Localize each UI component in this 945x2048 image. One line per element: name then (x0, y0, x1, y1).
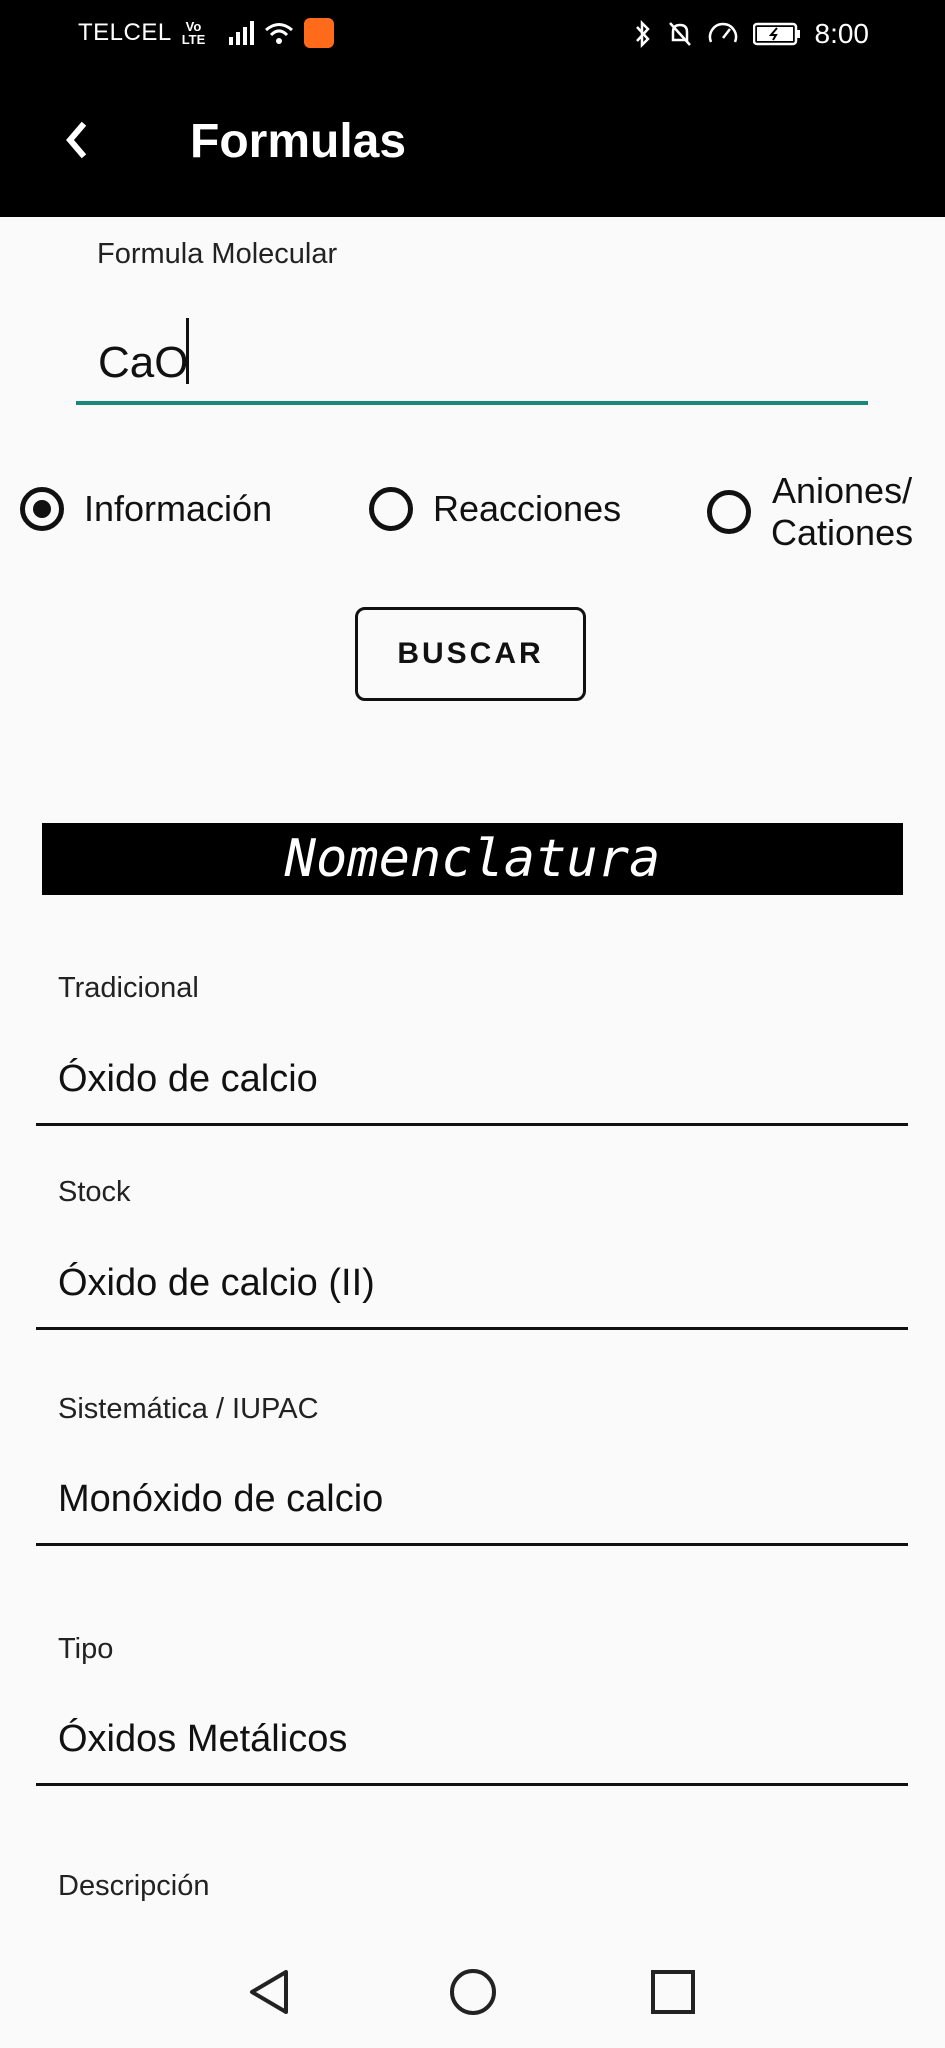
field-value-iupac[interactable]: Monóxido de calcio (58, 1478, 383, 1521)
section-title-nomenclatura: Nomenclatura (42, 823, 903, 895)
field-value-stock[interactable]: Óxido de calcio (II) (58, 1262, 375, 1305)
square-recents-icon (651, 1970, 695, 2014)
app-bar: Formulas (0, 72, 945, 217)
status-right: 8:00 (633, 18, 870, 50)
system-nav-bar (0, 1940, 945, 2048)
field-label-tipo: Tipo (58, 1633, 114, 1665)
radio-label-line2: Cationes (771, 512, 914, 553)
app-notification-icon (304, 18, 335, 48)
speed-meter-icon (708, 22, 737, 43)
radio-label-line1: Aniones/ (771, 470, 913, 511)
radio-label-aniones-cationes: Aniones/ Cationes (771, 470, 913, 554)
field-underline (36, 1543, 908, 1546)
circle-home-icon (450, 1969, 496, 2015)
volte-line2: LTE (181, 32, 206, 47)
bell-off-icon (668, 22, 691, 46)
radio-label-reacciones: Reacciones (433, 488, 622, 529)
field-value-tipo[interactable]: Óxidos Metálicos (58, 1718, 347, 1761)
formula-input[interactable] (76, 305, 868, 405)
volte-indicator: Vo LTE (182, 20, 206, 46)
field-label-descripcion: Descripción (58, 1870, 210, 1902)
formula-label: Formula Molecular (97, 238, 338, 270)
clock: 8:00 (814, 18, 870, 49)
search-button[interactable]: BUSCAR (355, 607, 586, 701)
field-label-stock: Stock (58, 1176, 131, 1208)
text-cursor (186, 318, 189, 384)
nav-back-button[interactable] (244, 1966, 296, 2018)
signal-icon (229, 21, 255, 45)
field-underline (36, 1783, 908, 1786)
battery-icon (752, 22, 800, 46)
radio-reacciones[interactable]: Reacciones (369, 487, 621, 531)
field-underline (36, 1123, 908, 1126)
radio-unchecked-icon (369, 487, 413, 531)
page-title: Formulas (190, 115, 407, 168)
radio-checked-icon (20, 487, 64, 531)
bluetooth-icon (635, 20, 650, 48)
status-bar: TELCEL Vo LTE 8:00 (0, 0, 945, 72)
field-value-tradicional[interactable]: Óxido de calcio (58, 1058, 318, 1101)
radio-informacion[interactable]: Información (20, 487, 272, 531)
field-label-iupac: Sistemática / IUPAC (58, 1393, 319, 1425)
field-label-tradicional: Tradicional (58, 972, 199, 1004)
radio-unchecked-icon (707, 490, 751, 534)
chevron-left-icon (66, 121, 87, 159)
carrier-name: TELCEL (78, 19, 172, 46)
wifi-icon (265, 23, 294, 44)
back-button[interactable] (50, 110, 98, 170)
nav-recents-button[interactable] (647, 1966, 699, 2018)
radio-aniones-cationes[interactable]: Aniones/ Cationes (707, 470, 913, 554)
status-left: TELCEL Vo LTE (78, 18, 335, 48)
field-underline (36, 1327, 908, 1330)
nav-home-button[interactable] (447, 1966, 499, 2018)
radio-label-informacion: Información (84, 488, 273, 529)
triangle-back-icon (250, 1970, 288, 2014)
